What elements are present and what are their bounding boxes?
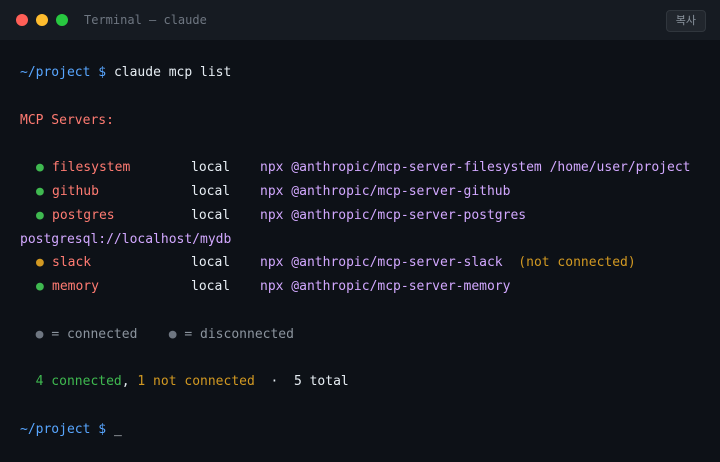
summary-line: 4 connected, 1 not connected · 5 total: [20, 370, 690, 394]
minimize-window-button[interactable]: [36, 14, 48, 26]
server-scope: local: [191, 255, 231, 271]
server-row-filesystem: ● filesystem local npx @anthropic/mcp-serve…: [20, 156, 690, 180]
server-name: postgres: [52, 207, 115, 223]
legend: ● = connected ● = disconnected: [20, 323, 690, 347]
command-line: ~/project $ claude mcp list: [20, 61, 690, 85]
copy-button[interactable]: 복사: [665, 10, 706, 32]
server-command: npx @anthropic/mcp-server-postgres: [260, 207, 527, 223]
server-name: filesystem: [52, 160, 131, 176]
server-scope: local: [191, 207, 231, 223]
prompt-symbol: $: [98, 421, 107, 437]
server-row-github: ● github local npx @anthropic/mcp-server-gi…: [20, 180, 690, 204]
legend-connected-label: = connected: [51, 326, 138, 342]
server-command-wrap: postgresql://localhost/mydb: [20, 231, 232, 247]
server-scope: local: [191, 183, 231, 199]
maximize-window-button[interactable]: [56, 14, 68, 26]
status-dot-icon: ●: [36, 207, 44, 223]
legend-disconnected-dot-icon: ●: [168, 326, 177, 342]
server-command: npx @anthropic/mcp-server-filesystem /ho…: [260, 160, 691, 176]
status-dot-icon: ●: [36, 279, 44, 295]
terminal-window: Terminal — claude 복사 ~/project $ claude …: [0, 0, 720, 462]
prompt-path: ~/project: [20, 65, 91, 80]
terminal-output[interactable]: ~/project $ claude mcp list MCP Servers:…: [20, 61, 690, 442]
text-cursor: _: [113, 421, 122, 437]
window-title: Terminal — claude: [84, 13, 207, 27]
server-name: memory: [52, 279, 99, 295]
command-text: claude mcp list: [113, 65, 232, 80]
server-scope: local: [191, 160, 231, 176]
status-dot-icon: ●: [36, 255, 44, 271]
section-heading: MCP Servers:: [20, 112, 114, 128]
server-command: npx @anthropic/mcp-server-slack: [260, 255, 503, 271]
prompt-path: ~/project: [20, 421, 91, 437]
server-command: npx @anthropic/mcp-server-memory: [260, 279, 511, 295]
summary-not-connected: 1 not connected: [137, 374, 255, 390]
legend-disconnected-label: = disconnected: [184, 326, 294, 342]
server-row-postgres: ● postgres local npx @anthropic/mcp-server-…: [20, 204, 690, 228]
status-dot-icon: ●: [36, 183, 44, 199]
server-command: npx @anthropic/mcp-server-github: [260, 183, 511, 199]
server-name: github: [52, 183, 99, 199]
summary-total: 5 total: [293, 374, 349, 390]
summary-connected: 4 connected: [35, 374, 122, 390]
status-dot-icon: ●: [36, 160, 44, 176]
prompt-symbol: $: [98, 65, 107, 80]
summary-separator: ·: [270, 374, 279, 390]
final-prompt-line[interactable]: ~/project $ _: [20, 418, 690, 442]
legend-connected-dot-icon: ●: [35, 326, 44, 342]
server-row-memory: ● memory local npx @anthropic/mcp-server-me…: [20, 275, 690, 299]
server-row-slack: ● slack local npx @anthropic/mcp-server-sla…: [20, 251, 690, 275]
server-name: slack: [52, 255, 92, 271]
summary-comma: ,: [121, 374, 130, 390]
status-note: (not connected): [518, 255, 636, 271]
title-bar: Terminal — claude 복사: [0, 0, 720, 40]
close-window-button[interactable]: [16, 14, 28, 26]
server-scope: local: [191, 279, 231, 295]
